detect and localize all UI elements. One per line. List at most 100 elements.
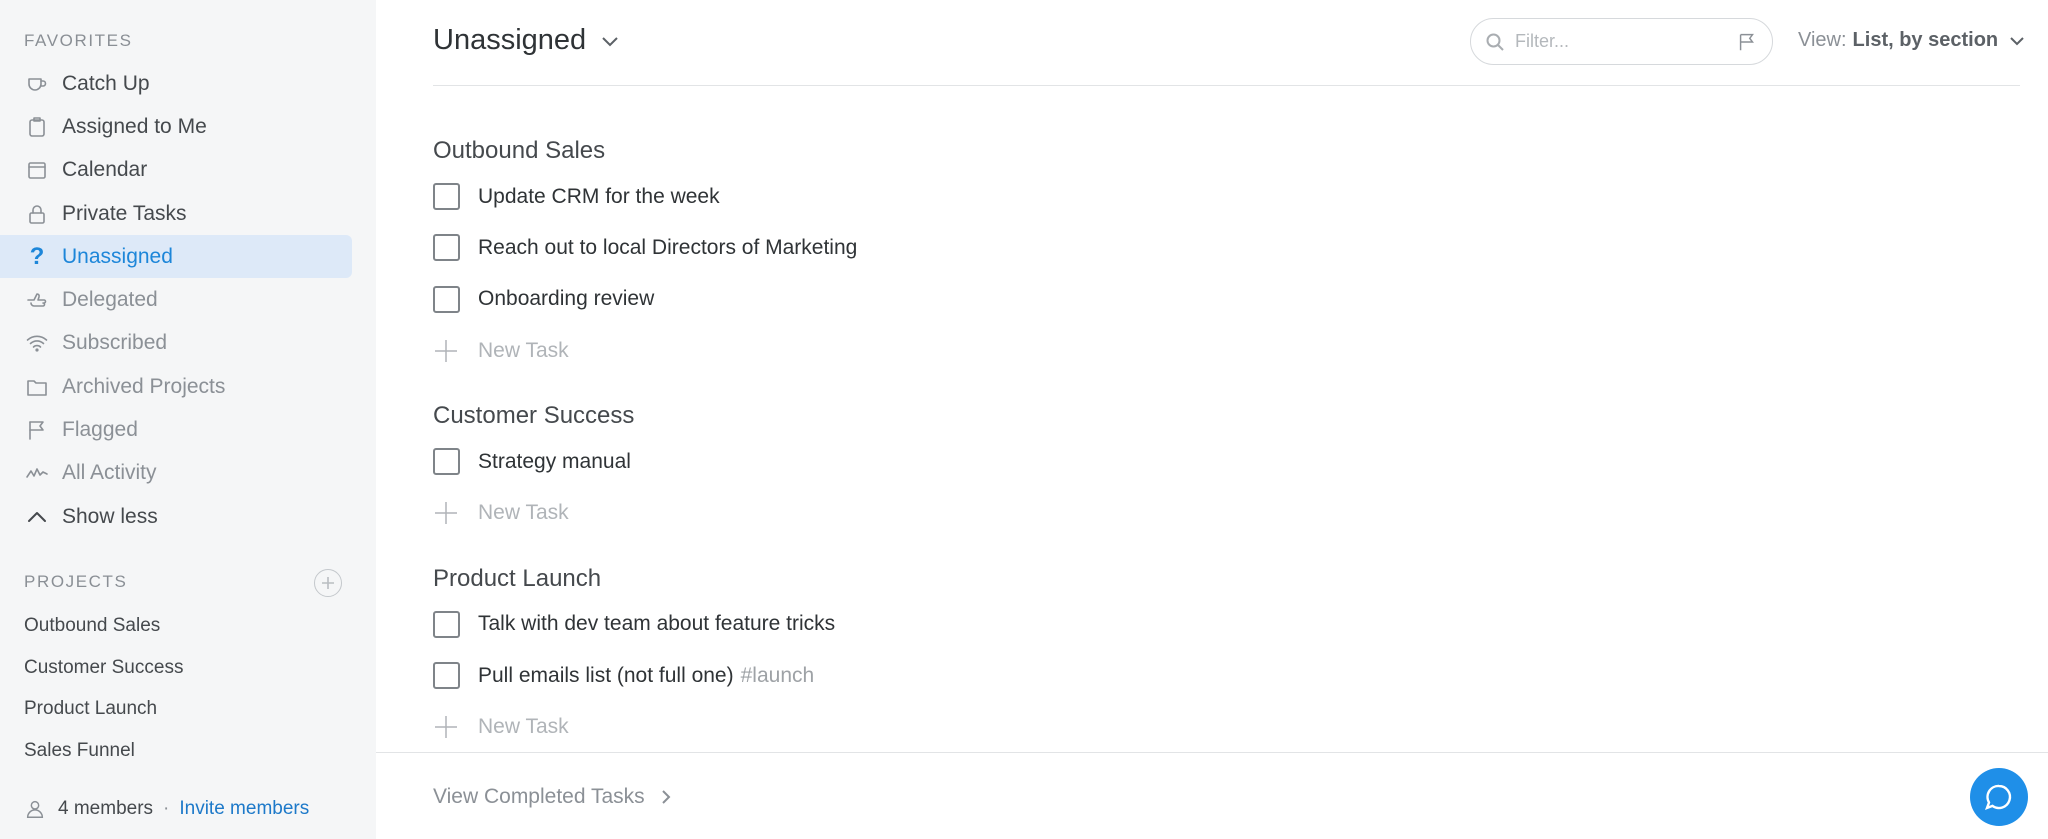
- task-tag[interactable]: #launch: [741, 664, 815, 688]
- view-completed-tasks-link[interactable]: View Completed Tasks: [433, 785, 675, 809]
- section-title[interactable]: Customer Success: [433, 396, 1433, 436]
- task-row: Update CRM for the week: [433, 171, 1433, 222]
- view-label: View:: [1798, 29, 1847, 51]
- sidebar-item-label: Subscribed: [62, 331, 168, 355]
- section-title[interactable]: Outbound Sales: [433, 131, 1433, 171]
- task-row: Pull emails list (not full one) #launch: [433, 650, 1433, 701]
- clipboard-icon: [24, 114, 50, 140]
- project-item[interactable]: Product Launch: [24, 688, 183, 730]
- lock-icon: [24, 201, 50, 227]
- sidebar-item-assigned-to-me[interactable]: Assigned to Me: [0, 105, 376, 148]
- filter-input[interactable]: [1515, 31, 1736, 52]
- new-task-button[interactable]: New Task: [433, 325, 1433, 376]
- task-name[interactable]: Reach out to local Directors of Marketin…: [478, 236, 857, 260]
- flag-filter-icon[interactable]: [1736, 31, 1758, 53]
- task-checkbox[interactable]: [433, 610, 460, 638]
- sidebar-item-subscribed[interactable]: Subscribed: [0, 322, 376, 365]
- sidebar-item-delegated[interactable]: Delegated: [0, 278, 376, 321]
- sidebar-item-label: Archived Projects: [62, 374, 226, 398]
- separator: ·: [163, 798, 170, 819]
- projects-heading: PROJECTS: [24, 572, 128, 591]
- sidebar-item-archived-projects[interactable]: Archived Projects: [0, 365, 376, 408]
- task-name[interactable]: Pull emails list (not full one): [478, 664, 734, 688]
- plus-icon: [435, 716, 457, 739]
- members-row: 4 members · Invite members: [24, 798, 309, 820]
- project-list: Outbound Sales Customer Success Product …: [24, 605, 183, 772]
- task-name[interactable]: Talk with dev team about feature tricks: [478, 612, 835, 636]
- sidebar-item-label: Unassigned: [62, 244, 173, 268]
- sidebar-item-label: Flagged: [62, 418, 138, 442]
- favorites-list: Catch Up Assigned to Me Calendar Private…: [0, 62, 376, 538]
- sidebar-show-less-toggle[interactable]: Show less: [0, 495, 376, 538]
- page-title: Unassigned: [433, 24, 587, 56]
- plus-icon: [435, 502, 457, 525]
- sidebar-item-label: Calendar: [62, 158, 148, 182]
- wifi-icon: [24, 330, 50, 356]
- task-row: Reach out to local Directors of Marketin…: [433, 222, 1433, 273]
- chat-bubble-icon: [1984, 784, 2012, 811]
- filter-box: [1470, 18, 1773, 65]
- view-completed-label: View Completed Tasks: [433, 785, 645, 808]
- task-name[interactable]: Strategy manual: [478, 450, 631, 474]
- invite-members-link[interactable]: Invite members: [179, 798, 309, 820]
- task-row: Talk with dev team about feature tricks: [433, 599, 1433, 650]
- task-checkbox[interactable]: [433, 285, 460, 313]
- sidebar-item-label: All Activity: [62, 461, 157, 485]
- sidebar: FAVORITES Catch Up Assigned to Me Calend…: [0, 0, 376, 839]
- new-task-label: New Task: [478, 715, 569, 739]
- project-item[interactable]: Sales Funnel: [24, 730, 183, 772]
- favorites-heading: FAVORITES: [24, 31, 133, 50]
- new-task-label: New Task: [478, 501, 569, 525]
- sidebar-item-label: Private Tasks: [62, 201, 187, 225]
- task-checkbox[interactable]: [433, 234, 460, 262]
- sidebar-item-flagged[interactable]: Flagged: [0, 408, 376, 451]
- view-selector[interactable]: View: List, by section: [1798, 29, 2026, 52]
- search-icon: [1486, 33, 1504, 51]
- person-icon: [26, 800, 44, 818]
- section-product-launch: Product Launch Talk with dev team about …: [433, 559, 1433, 751]
- task-list: Outbound Sales Update CRM for the week R…: [433, 131, 1433, 751]
- task-checkbox[interactable]: [433, 183, 460, 211]
- chevron-up-icon: [24, 504, 50, 530]
- sidebar-item-label: Assigned to Me: [62, 114, 207, 138]
- folder-icon: [24, 374, 50, 400]
- header-divider: [433, 85, 2020, 86]
- plus-icon: [435, 339, 457, 362]
- new-task-button[interactable]: New Task: [433, 487, 1433, 538]
- section-title[interactable]: Product Launch: [433, 559, 1433, 599]
- task-name[interactable]: Onboarding review: [478, 287, 654, 311]
- main-panel: Unassigned View: List, by section Outbou…: [376, 0, 2048, 839]
- sidebar-item-unassigned[interactable]: ? Unassigned: [0, 235, 352, 279]
- activity-icon: [24, 460, 50, 486]
- question-icon: ?: [29, 242, 45, 270]
- new-task-label: New Task: [478, 338, 569, 362]
- sidebar-item-all-activity[interactable]: All Activity: [0, 452, 376, 495]
- project-item[interactable]: Customer Success: [24, 647, 183, 689]
- thumb-icon: [24, 287, 50, 313]
- task-checkbox[interactable]: [433, 448, 460, 476]
- new-task-button[interactable]: New Task: [433, 701, 1433, 751]
- section-customer-success: Customer Success Strategy manual New Tas…: [433, 396, 1433, 539]
- plus-icon: [322, 577, 334, 589]
- task-row: Strategy manual: [433, 436, 1433, 487]
- project-item[interactable]: Outbound Sales: [24, 605, 183, 647]
- task-row: Onboarding review: [433, 274, 1433, 325]
- task-checkbox[interactable]: [433, 662, 460, 690]
- calendar-icon: [24, 157, 50, 183]
- view-value: List, by section: [1852, 29, 1999, 51]
- flag-icon: [24, 417, 50, 443]
- sidebar-item-label: Catch Up: [62, 71, 150, 95]
- section-outbound-sales: Outbound Sales Update CRM for the week R…: [433, 131, 1433, 376]
- members-count[interactable]: 4 members: [58, 798, 153, 820]
- chat-button[interactable]: [1970, 768, 2028, 826]
- add-project-button[interactable]: [314, 569, 342, 597]
- sidebar-item-label: Delegated: [62, 288, 158, 312]
- chevron-down-icon: [602, 36, 618, 46]
- cup-icon: [24, 71, 50, 97]
- sidebar-item-catch-up[interactable]: Catch Up: [0, 62, 376, 105]
- chevron-down-icon: [2010, 36, 2024, 45]
- sidebar-item-calendar[interactable]: Calendar: [0, 149, 376, 192]
- title-dropdown[interactable]: Unassigned: [433, 24, 620, 57]
- sidebar-item-private-tasks[interactable]: Private Tasks: [0, 192, 376, 235]
- task-name[interactable]: Update CRM for the week: [478, 185, 720, 209]
